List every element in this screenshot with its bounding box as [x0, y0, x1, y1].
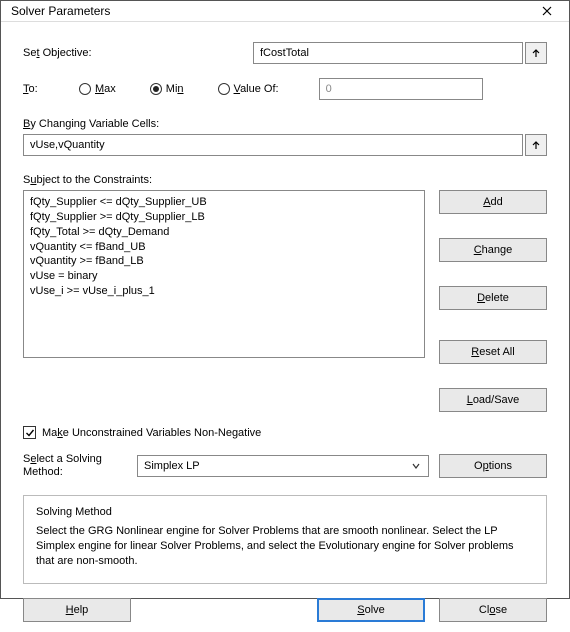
solve-button[interactable]: Solve [317, 598, 425, 622]
changing-input[interactable] [23, 134, 523, 156]
objective-input[interactable] [253, 42, 523, 64]
constraint-item[interactable]: vQuantity >= fBand_LB [30, 254, 418, 269]
constraints-buttons: Add Change Delete Reset All Load/Save [439, 190, 547, 412]
solving-method-info: Solving Method Select the GRG Nonlinear … [23, 495, 547, 584]
constraint-item[interactable]: vUse_i >= vUse_i_plus_1 [30, 284, 418, 299]
method-selected: Simplex LP [144, 460, 200, 472]
options-button[interactable]: Options [439, 454, 547, 478]
radio-icon [79, 83, 91, 95]
changing-input-wrap [23, 134, 547, 156]
help-button[interactable]: Help [23, 598, 131, 622]
footer: Help Solve Close [23, 598, 547, 622]
constraint-item[interactable]: fQty_Supplier <= dQty_Supplier_UB [30, 195, 418, 210]
radio-icon [218, 83, 230, 95]
method-select[interactable]: Simplex LP [137, 455, 429, 477]
objective-label: Set Objective: [23, 47, 253, 59]
chevron-down-icon [408, 462, 424, 470]
range-picker-icon[interactable] [525, 134, 547, 156]
objective-row: Set Objective: [23, 42, 547, 64]
info-title: Solving Method [36, 506, 534, 518]
titlebar: Solver Parameters [1, 1, 569, 22]
range-picker-icon[interactable] [525, 42, 547, 64]
window-title: Solver Parameters [11, 4, 110, 18]
load-save-button[interactable]: Load/Save [439, 388, 547, 412]
unconstrained-nonnegative-row[interactable]: Make Unconstrained Variables Non-Negativ… [23, 426, 547, 439]
reset-all-button[interactable]: Reset All [439, 340, 547, 364]
radio-max[interactable]: Max [79, 83, 116, 95]
constraint-item[interactable]: fQty_Total >= dQty_Demand [30, 225, 418, 240]
radio-icon [150, 83, 162, 95]
change-button[interactable]: Change [439, 238, 547, 262]
checkbox-icon [23, 426, 36, 439]
to-label: To: [23, 83, 79, 95]
dialog-content: Set Objective: To: Max Min [1, 22, 569, 632]
valueof-input[interactable] [319, 78, 483, 100]
info-text: Select the GRG Nonlinear engine for Solv… [36, 524, 534, 569]
changing-label: By Changing Variable Cells: [23, 118, 547, 130]
delete-button[interactable]: Delete [439, 286, 547, 310]
objective-input-wrap [253, 42, 547, 64]
radio-min[interactable]: Min [150, 83, 184, 95]
constraint-item[interactable]: fQty_Supplier >= dQty_Supplier_LB [30, 210, 418, 225]
close-button[interactable]: Close [439, 598, 547, 622]
constraint-item[interactable]: vUse = binary [30, 269, 418, 284]
radio-valueof[interactable]: Value Of: [218, 83, 279, 95]
method-row: Select a Solving Method: Simplex LP Opti… [23, 453, 547, 479]
to-radio-group: Max Min Value Of: [79, 83, 279, 95]
changing-row [23, 134, 547, 156]
constraints-listbox[interactable]: fQty_Supplier <= dQty_Supplier_UBfQty_Su… [23, 190, 425, 358]
to-row: To: Max Min Value Of: [23, 78, 547, 100]
method-label: Select a Solving Method: [23, 453, 127, 479]
close-icon[interactable] [533, 1, 561, 21]
constraints-label: Subject to the Constraints: [23, 174, 547, 186]
add-button[interactable]: Add [439, 190, 547, 214]
constraint-item[interactable]: vQuantity <= fBand_UB [30, 240, 418, 255]
constraints-area: fQty_Supplier <= dQty_Supplier_UBfQty_Su… [23, 190, 547, 412]
solver-dialog: Solver Parameters Set Objective: To: [0, 0, 570, 599]
checkbox-label: Make Unconstrained Variables Non-Negativ… [42, 427, 261, 439]
